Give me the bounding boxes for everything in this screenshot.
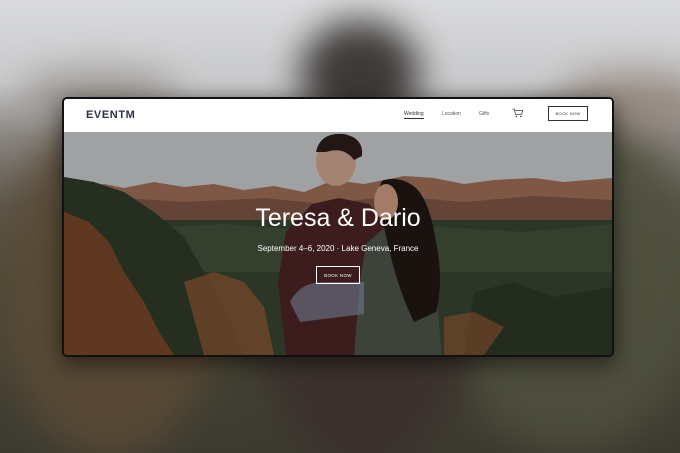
site-logo[interactable]: EVENTM bbox=[86, 109, 135, 121]
book-now-hero-button[interactable]: BOOK NOW bbox=[316, 266, 360, 284]
website-window: EVENTM Wedding Location Gifts BOOK NOW T… bbox=[62, 97, 614, 357]
nav-link-gifts[interactable]: Gifts bbox=[479, 111, 489, 117]
cart-icon[interactable] bbox=[512, 108, 524, 118]
nav-link-wedding[interactable]: Wedding bbox=[404, 111, 424, 119]
book-now-nav-button[interactable]: BOOK NOW bbox=[548, 106, 588, 121]
top-navbar: EVENTM Wedding Location Gifts BOOK NOW bbox=[64, 99, 612, 132]
nav-link-location[interactable]: Location bbox=[442, 111, 461, 117]
hero-section: Teresa & Dario September 4–6, 2020 · Lak… bbox=[64, 132, 612, 355]
hero-title: Teresa & Dario bbox=[255, 204, 421, 232]
hero-subtitle: September 4–6, 2020 · Lake Geneva, Franc… bbox=[257, 244, 419, 253]
